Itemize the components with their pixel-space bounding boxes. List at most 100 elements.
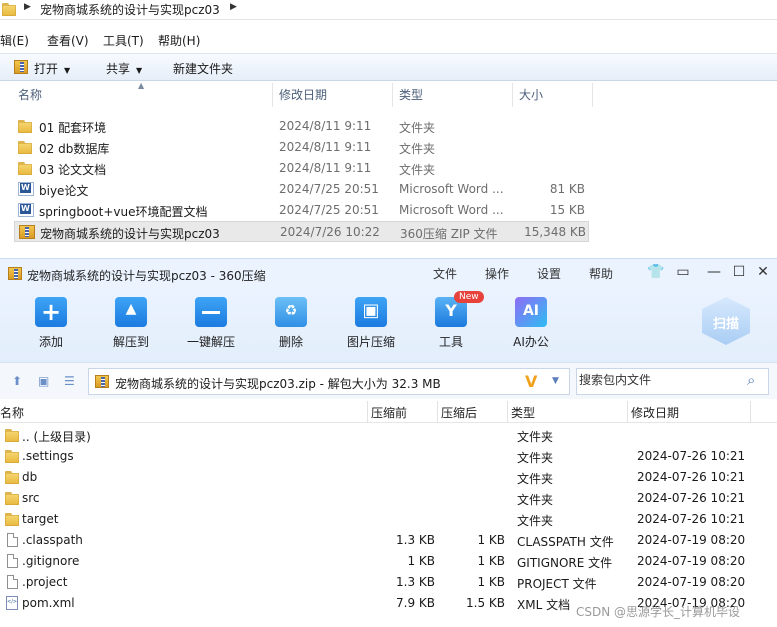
archive-column-header: 名称 压缩前 压缩后 类型 修改日期 xyxy=(0,401,777,423)
new-badge: New xyxy=(454,291,484,303)
file-row[interactable]: 02 db数据库 2024/8/11 9:11 文件夹 xyxy=(14,137,589,158)
file-row[interactable]: springboot+vue环境配置文档 2024/7/25 20:51 Micro… xyxy=(14,200,589,221)
search-input[interactable] xyxy=(579,373,739,387)
share-label: 共享 xyxy=(106,62,131,76)
menu-settings[interactable]: 设置 xyxy=(537,265,561,282)
column-divider[interactable] xyxy=(627,401,628,423)
folder-icon xyxy=(5,491,19,505)
menu-operate[interactable]: 操作 xyxy=(485,265,509,282)
chevron-down-icon[interactable]: ▼ xyxy=(552,376,559,386)
one-click-extract-button[interactable]: 一键解压 xyxy=(179,297,243,350)
minimize-icon[interactable]: — xyxy=(706,264,722,280)
menu-bar: 辑(E) 查看(V) 工具(T) 帮助(H) xyxy=(0,30,777,50)
path-bar: ⬆ ▣ ☰ 宠物商城系统的设计与实现pcz03.zip - 解包大小为 32.3… xyxy=(0,363,777,399)
entry-size-before: 1.3 KB xyxy=(396,533,435,547)
thumbnail-view-icon[interactable]: ▣ xyxy=(38,374,49,388)
ai-office-label: AI办公 xyxy=(513,335,549,349)
file-icon xyxy=(7,533,18,547)
scan-button[interactable]: 扫描 xyxy=(702,297,750,345)
up-level-icon[interactable]: ⬆ xyxy=(12,374,22,388)
zip-window: 宠物商城系统的设计与实现pcz03 - 360压缩 文件 操作 设置 帮助 👕 … xyxy=(0,258,777,627)
column-type[interactable]: 类型 xyxy=(393,83,513,107)
delete-button[interactable]: 删除 xyxy=(259,297,323,350)
address-bar[interactable]: ▶ 宠物商城系统的设计与实现pcz03 ▶ xyxy=(0,0,777,20)
entry-type: GITIGNORE 文件 xyxy=(517,556,613,570)
menu-file[interactable]: 文件 xyxy=(433,265,457,282)
chevron-right-icon[interactable]: ▶ xyxy=(24,2,31,12)
column-name[interactable]: 名称 xyxy=(12,83,273,107)
column-divider[interactable] xyxy=(367,401,368,423)
archive-row[interactable]: .project 1.3 KB 1 KB PROJECT 文件 2024-07-19 0… xyxy=(0,572,777,593)
ai-office-button[interactable]: AI办公 xyxy=(499,297,563,350)
archive-path-text: 宠物商城系统的设计与实现pcz03.zip - 解包大小为 32.3 MB xyxy=(115,377,441,391)
file-row[interactable]: 03 论文文档 2024/8/11 9:11 文件夹 xyxy=(14,158,589,179)
file-name: 宠物商城系统的设计与实现pcz03 xyxy=(40,227,220,241)
breadcrumb[interactable]: 宠物商城系统的设计与实现pcz03 xyxy=(40,1,220,18)
archive-search: ⌕ xyxy=(576,368,769,395)
entry-size-after: 1.5 KB xyxy=(466,596,505,610)
folder-icon xyxy=(5,449,19,463)
zip-title-bar: 宠物商城系统的设计与实现pcz03 - 360压缩 文件 操作 设置 帮助 👕 … xyxy=(0,259,777,289)
file-row[interactable]: 宠物商城系统的设计与实现pcz03 2024/7/26 10:22 360压缩 ZI… xyxy=(14,221,589,242)
archive-row[interactable]: .classpath 1.3 KB 1 KB CLASSPATH 文件 2024-07-… xyxy=(0,530,777,551)
archive-row[interactable]: .settings 文件夹 2024-07-26 10:21 xyxy=(0,446,777,467)
app-logo-icon xyxy=(8,267,22,280)
image-compress-button[interactable]: 图片压缩 xyxy=(339,297,403,350)
archive-row[interactable]: target 文件夹 2024-07-26 10:21 xyxy=(0,509,777,530)
column-size[interactable]: 大小 xyxy=(513,83,593,107)
file-row[interactable]: biye论文 2024/7/25 20:51 Microsoft Word ... 8… xyxy=(14,179,589,200)
entry-date: 2024-07-26 10:21 xyxy=(637,449,746,463)
menu-help[interactable]: 帮助 xyxy=(589,265,613,282)
column-name[interactable]: 名称 xyxy=(0,404,24,422)
chevron-right-icon[interactable]: ▶ xyxy=(230,2,237,12)
entry-name: pom.xml xyxy=(22,596,75,610)
menu-view[interactable]: 查看(V) xyxy=(47,32,89,49)
tools-button[interactable]: 工具 xyxy=(419,297,483,350)
archive-row[interactable]: .. (上级目录) 文件夹 xyxy=(0,425,777,446)
entry-type: CLASSPATH 文件 xyxy=(517,535,614,549)
column-type[interactable]: 类型 xyxy=(511,404,535,422)
entry-type: 文件夹 xyxy=(517,430,554,444)
word-doc-icon xyxy=(18,182,34,196)
skin-icon[interactable]: 👕 xyxy=(647,264,664,280)
extract-to-label: 解压到 xyxy=(112,335,149,349)
archive-row[interactable]: src 文件夹 2024-07-26 10:21 xyxy=(0,488,777,509)
file-name: 02 db数据库 xyxy=(39,142,110,156)
archive-row[interactable]: db 文件夹 2024-07-26 10:21 xyxy=(0,467,777,488)
column-after[interactable]: 压缩后 xyxy=(441,404,477,422)
archive-path-field[interactable]: 宠物商城系统的设计与实现pcz03.zip - 解包大小为 32.3 MB V … xyxy=(88,368,570,395)
column-before[interactable]: 压缩前 xyxy=(371,404,407,422)
add-button[interactable]: 添加 xyxy=(19,297,83,350)
entry-size-before: 1 KB xyxy=(407,554,435,568)
archive-row[interactable]: .gitignore 1 KB 1 KB GITIGNORE 文件 2024-07-19… xyxy=(0,551,777,572)
file-icon xyxy=(7,575,18,589)
search-icon[interactable]: ⌕ xyxy=(747,371,755,389)
file-date: 2024/7/25 20:51 xyxy=(279,182,379,196)
file-date: 2024/7/25 20:51 xyxy=(279,203,379,217)
folder-icon xyxy=(5,428,19,442)
column-divider[interactable] xyxy=(750,401,751,423)
extract-to-button[interactable]: 解压到 xyxy=(99,297,163,350)
entry-date: 2024-07-26 10:21 xyxy=(637,512,746,526)
share-button[interactable]: 共享 ▼ xyxy=(106,60,142,77)
menu-help[interactable]: 帮助(H) xyxy=(158,32,200,49)
file-name: springboot+vue环境配置文档 xyxy=(39,205,208,219)
new-folder-button[interactable]: 新建文件夹 xyxy=(173,60,233,77)
column-modified[interactable]: 修改日期 xyxy=(631,404,679,422)
file-row[interactable]: 01 配套环境 2024/8/11 9:11 文件夹 xyxy=(14,116,589,137)
menu-tools[interactable]: 工具(T) xyxy=(103,32,144,49)
list-view-icon[interactable]: ☰ xyxy=(64,374,75,388)
column-modified[interactable]: 修改日期 xyxy=(273,83,393,107)
v-logo-icon[interactable]: V xyxy=(525,372,537,391)
word-doc-icon xyxy=(18,203,34,217)
file-size: 15 KB xyxy=(549,203,585,217)
feedback-icon[interactable]: ▭ xyxy=(675,264,691,280)
maximize-icon[interactable]: ☐ xyxy=(731,264,747,280)
one-click-extract-icon xyxy=(195,297,227,327)
close-icon[interactable]: ✕ xyxy=(755,264,771,280)
open-button[interactable]: 打开 ▼ xyxy=(34,60,70,77)
entry-type: XML 文档 xyxy=(517,598,571,612)
column-divider[interactable] xyxy=(437,401,438,423)
column-divider[interactable] xyxy=(507,401,508,423)
menu-edit[interactable]: 辑(E) xyxy=(0,32,29,49)
